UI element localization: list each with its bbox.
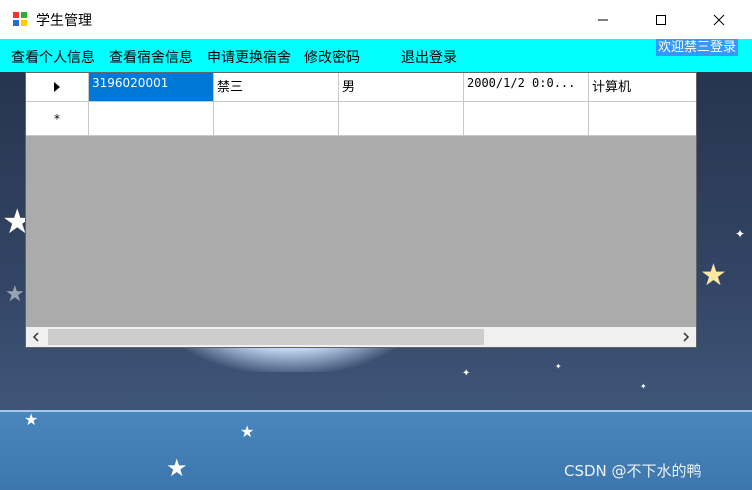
cell-birthdate[interactable]: 2000/1/2 0:0... xyxy=(464,73,589,101)
horizontal-scrollbar[interactable] xyxy=(26,327,696,347)
window-title: 学生管理 xyxy=(36,13,92,29)
minimize-icon xyxy=(598,19,608,20)
cell-empty[interactable] xyxy=(339,102,464,135)
star-icon: ✦ xyxy=(462,368,471,379)
title-bar[interactable]: 学生管理 xyxy=(0,0,752,39)
table-row-new[interactable]: * xyxy=(26,102,696,136)
menu-bar: 查看个人信息 查看宿舍信息 申请更换宿舍 修改密码 退出登录 欢迎禁三登录 xyxy=(0,39,752,72)
cell-empty[interactable] xyxy=(89,102,214,135)
row-header[interactable]: * xyxy=(26,102,89,135)
scroll-right-button[interactable] xyxy=(676,327,696,347)
watermark: CSDN @不下水的鸭 xyxy=(564,462,702,480)
star-icon: ★ xyxy=(700,258,727,293)
menu-logout[interactable]: 退出登录 xyxy=(401,47,457,67)
cell-empty[interactable] xyxy=(214,102,339,135)
arrow-right-icon xyxy=(54,82,60,92)
scroll-left-button[interactable] xyxy=(26,327,46,347)
close-icon xyxy=(713,14,725,25)
star-icon: ✦ xyxy=(555,362,562,371)
maximize-button[interactable] xyxy=(638,0,684,39)
star-icon: ★ xyxy=(166,454,188,482)
minimize-button[interactable] xyxy=(580,0,626,39)
cell-name[interactable]: 禁三 xyxy=(214,73,339,101)
menu-view-personal-info[interactable]: 查看个人信息 xyxy=(11,47,95,67)
menu-change-password[interactable]: 修改密码 xyxy=(304,47,360,67)
star-icon: ★ xyxy=(24,410,39,429)
app-icon xyxy=(13,12,27,26)
chevron-right-icon xyxy=(683,332,690,342)
row-header[interactable] xyxy=(26,73,89,101)
star-icon: ✦ xyxy=(735,227,746,241)
cell-major[interactable]: 计算机 xyxy=(589,73,696,101)
student-data-grid[interactable]: 3196020001 禁三 男 2000/1/2 0:0... 计算机 * xyxy=(25,72,697,348)
welcome-label: 欢迎禁三登录 xyxy=(656,39,739,56)
star-icon: ★ xyxy=(240,422,255,441)
star-icon: ✦ xyxy=(640,382,647,391)
asterisk-icon: * xyxy=(54,111,60,126)
table-row[interactable]: 3196020001 禁三 男 2000/1/2 0:0... 计算机 xyxy=(26,73,696,102)
close-button[interactable] xyxy=(696,0,742,39)
chevron-left-icon xyxy=(32,332,39,342)
cell-empty[interactable] xyxy=(589,102,696,135)
scroll-thumb[interactable] xyxy=(48,329,484,345)
maximize-icon xyxy=(656,14,666,25)
cell-student-id[interactable]: 3196020001 xyxy=(89,73,214,101)
menu-apply-change-dorm[interactable]: 申请更换宿舍 xyxy=(207,47,291,67)
cell-empty[interactable] xyxy=(464,102,589,135)
cell-gender[interactable]: 男 xyxy=(339,73,464,101)
star-icon: ★ xyxy=(5,282,25,307)
menu-view-dorm-info[interactable]: 查看宿舍信息 xyxy=(109,47,193,67)
